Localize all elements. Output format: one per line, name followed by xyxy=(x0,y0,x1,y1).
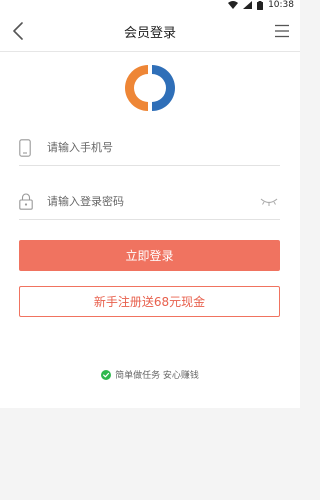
login-button[interactable]: 立即登录 xyxy=(19,240,280,271)
register-button[interactable]: 新手注册送68元现金 xyxy=(19,286,280,317)
phone-icon xyxy=(19,138,39,158)
wifi-icon xyxy=(228,1,239,9)
header: 会员登录 xyxy=(0,10,300,52)
eye-closed-icon[interactable] xyxy=(260,196,278,208)
slogan: 简单做任务 安心赚钱 xyxy=(0,368,300,381)
hamburger-menu-icon xyxy=(275,24,289,38)
slogan-text: 简单做任务 安心赚钱 xyxy=(115,371,199,381)
menu-button[interactable] xyxy=(270,19,294,43)
login-panel: 立即登录 新手注册送68元现金 简单做任务 安心赚钱 xyxy=(0,52,300,408)
phone-input[interactable] xyxy=(47,135,280,160)
password-field xyxy=(19,184,280,220)
status-icons: 10:38 xyxy=(228,0,294,10)
password-input[interactable] xyxy=(47,189,260,214)
ring-logo xyxy=(125,65,175,111)
check-circle-icon xyxy=(101,369,112,380)
battery-icon xyxy=(257,0,264,10)
status-bar: 10:38 xyxy=(0,0,300,10)
lock-icon xyxy=(19,192,39,212)
phone-field xyxy=(19,130,280,166)
status-time: 10:38 xyxy=(268,0,294,10)
page-title: 会员登录 xyxy=(123,26,176,41)
signal-icon xyxy=(243,1,253,9)
